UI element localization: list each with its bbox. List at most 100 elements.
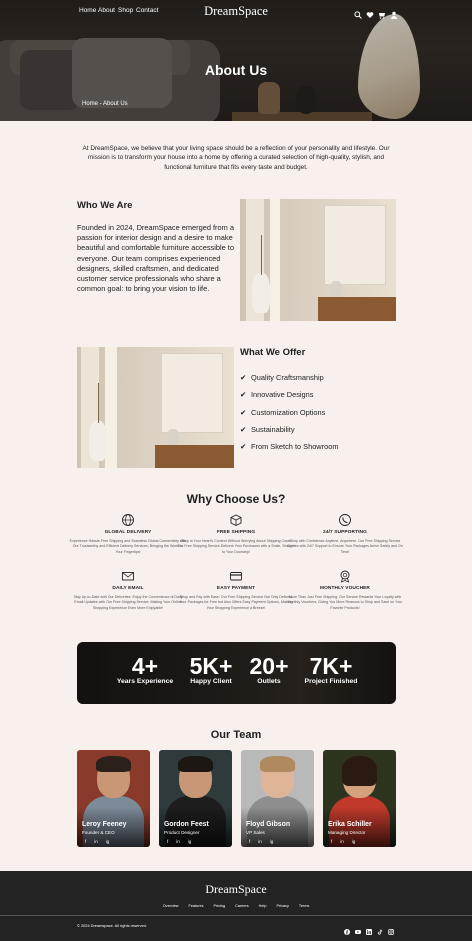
team-social-links: f in ig [331,839,355,844]
linkedin-icon[interactable] [366,922,372,935]
feature-global-delivery: GLOBAL DELIVERY Experience Hassle-Free S… [69,513,187,555]
team-member-role: Founder & CEO [82,830,115,835]
stat-projects: 7K+ Project Finished [303,654,359,685]
team-member-name: Floyd Gibson [246,821,291,828]
user-icon[interactable] [390,6,398,19]
footer-link-privacy[interactable]: Privacy [276,904,288,908]
checkmark-icon: ✔ [240,442,247,452]
instagram-icon[interactable]: ig [188,839,192,844]
linkedin-icon[interactable]: in [340,839,344,844]
page-title: About Us [204,62,268,78]
nav-icon-group [354,6,398,19]
stat-clients: 5K+ Happy Client [183,654,239,685]
stat-label: Happy Client [190,678,232,685]
feature-description: More Than Just Free Shipping: Our Servic… [287,595,403,610]
linkedin-icon[interactable]: in [258,839,262,844]
feature-free-shipping: FREE SHIPPING Shop to Your Heart's Conte… [177,513,295,555]
stat-outlets: 20+ Outlets [245,654,293,685]
checkmark-icon: ✔ [240,407,247,417]
voucher-icon [338,569,352,583]
instagram-icon[interactable]: ig [352,839,356,844]
offer-item-label: Sustainability [251,425,295,435]
stat-number: 5K+ [189,653,233,679]
footer-links: Overview Features Pricing Careers Help P… [0,904,472,908]
facebook-icon[interactable]: f [331,839,332,844]
stat-label: Project Finished [304,678,358,685]
footer-link-overview[interactable]: Overview [163,904,179,908]
copyright-text: © 2024 Dreamspace. All rights reserved. [77,923,147,928]
feature-title: DAILY EMAIL [112,586,144,591]
feature-title: EASY PAYMENT [216,586,256,591]
team-member-name: Erika Schiller [328,821,372,828]
feature-description: Shop to Your Heart's Content Without Wor… [177,539,295,554]
linkedin-icon[interactable]: in [176,839,180,844]
feature-title: FREE SHIPPING [216,530,256,535]
facebook-icon[interactable]: f [249,839,250,844]
hero-banner: Home About Shop Contact DreamSpace About… [0,0,472,121]
team-member-role: VP Sales [246,830,265,835]
footer-link-terms[interactable]: Terms [299,904,309,908]
search-icon[interactable] [354,6,362,19]
footer-link-pricing[interactable]: Pricing [214,904,226,908]
list-item: ✔ Sustainability [240,421,339,438]
team-social-links: f in ig [167,839,191,844]
team-card[interactable]: Erika Schiller Managing Director f in ig [323,750,396,847]
footer-link-careers[interactable]: Careers [235,904,249,908]
instagram-icon[interactable]: ig [270,839,274,844]
stats-banner: 4+ Years Experience 5K+ Happy Client 20+… [77,642,396,704]
linkedin-icon[interactable]: in [94,839,98,844]
cart-icon[interactable] [378,6,386,19]
team-member-role: Product Designer [164,830,200,835]
interior-photo [240,199,396,321]
team-social-links: f in ig [249,839,273,844]
stat-years: 4+ Years Experience [115,654,175,685]
list-item: ✔ From Sketch to Showroom [240,438,339,455]
feature-description: Shop with Confidence Anytime, Anywhere. … [287,539,403,554]
list-item: ✔ Innovative Designs [240,386,339,403]
instagram-icon[interactable]: ig [106,839,110,844]
breadcrumb[interactable]: Home - About Us [82,101,128,107]
team-member-role: Managing Director [328,830,366,835]
list-item: ✔ Customization Options [240,404,339,421]
footer-logo[interactable]: DreamSpace [0,882,472,897]
checkmark-icon: ✔ [240,390,247,400]
feature-title: GLOBAL DELIVERY [104,530,152,535]
team-card[interactable]: Floyd Gibson VP Sales f in ig [241,750,314,847]
stat-number: 7K+ [309,653,353,679]
top-nav: Home About Shop Contact DreamSpace [0,0,472,22]
team-member-name: Gordon Feest [164,821,209,828]
facebook-icon[interactable]: f [167,839,168,844]
list-item: ✔ Quality Craftsmanship [240,369,339,386]
instagram-icon[interactable] [388,922,394,935]
tiktok-icon[interactable] [377,922,383,935]
our-team-heading: Our Team [210,729,262,741]
feature-description: Experience Hassle-Free Shipping and Seam… [69,539,187,554]
youtube-icon[interactable] [355,922,361,934]
facebook-icon[interactable] [344,922,350,935]
offer-list: ✔ Quality Craftsmanship ✔ Innovative Desig… [240,369,339,455]
stat-number: 4+ [131,653,159,679]
footer-link-features[interactable]: Features [189,904,204,908]
heart-icon[interactable] [366,6,374,18]
interior-photo [77,347,234,468]
footer-social-icons [344,922,394,935]
feature-support: 24/7 SUPPORTING Shop with Confidence Any… [286,513,404,555]
facebook-icon[interactable]: f [85,839,86,844]
offer-item-label: Quality Craftsmanship [251,373,324,383]
box-icon [229,513,243,527]
offer-item-label: Innovative Designs [251,390,314,400]
feature-title: MONTHLY VOUCHER [319,586,370,591]
team-card[interactable]: Leroy Feeney Founder & CEO f in ig [77,750,150,847]
who-we-are-text: Founded in 2024, DreamSpace emerged from… [77,223,234,294]
offer-item-label: Customization Options [251,407,326,417]
why-choose-us-heading: Why Choose Us? [186,492,286,506]
team-member-name: Leroy Feeney [82,821,127,828]
brand-logo[interactable]: DreamSpace [0,4,472,19]
footer: DreamSpace Overview Features Pricing Car… [0,871,472,941]
team-card[interactable]: Gordon Feest Product Designer f in ig [159,750,232,847]
globe-icon [121,513,135,527]
team-social-links: f in ig [85,839,109,844]
offer-item-label: From Sketch to Showroom [251,442,339,452]
phone-icon [338,513,352,527]
footer-link-help[interactable]: Help [259,904,267,908]
